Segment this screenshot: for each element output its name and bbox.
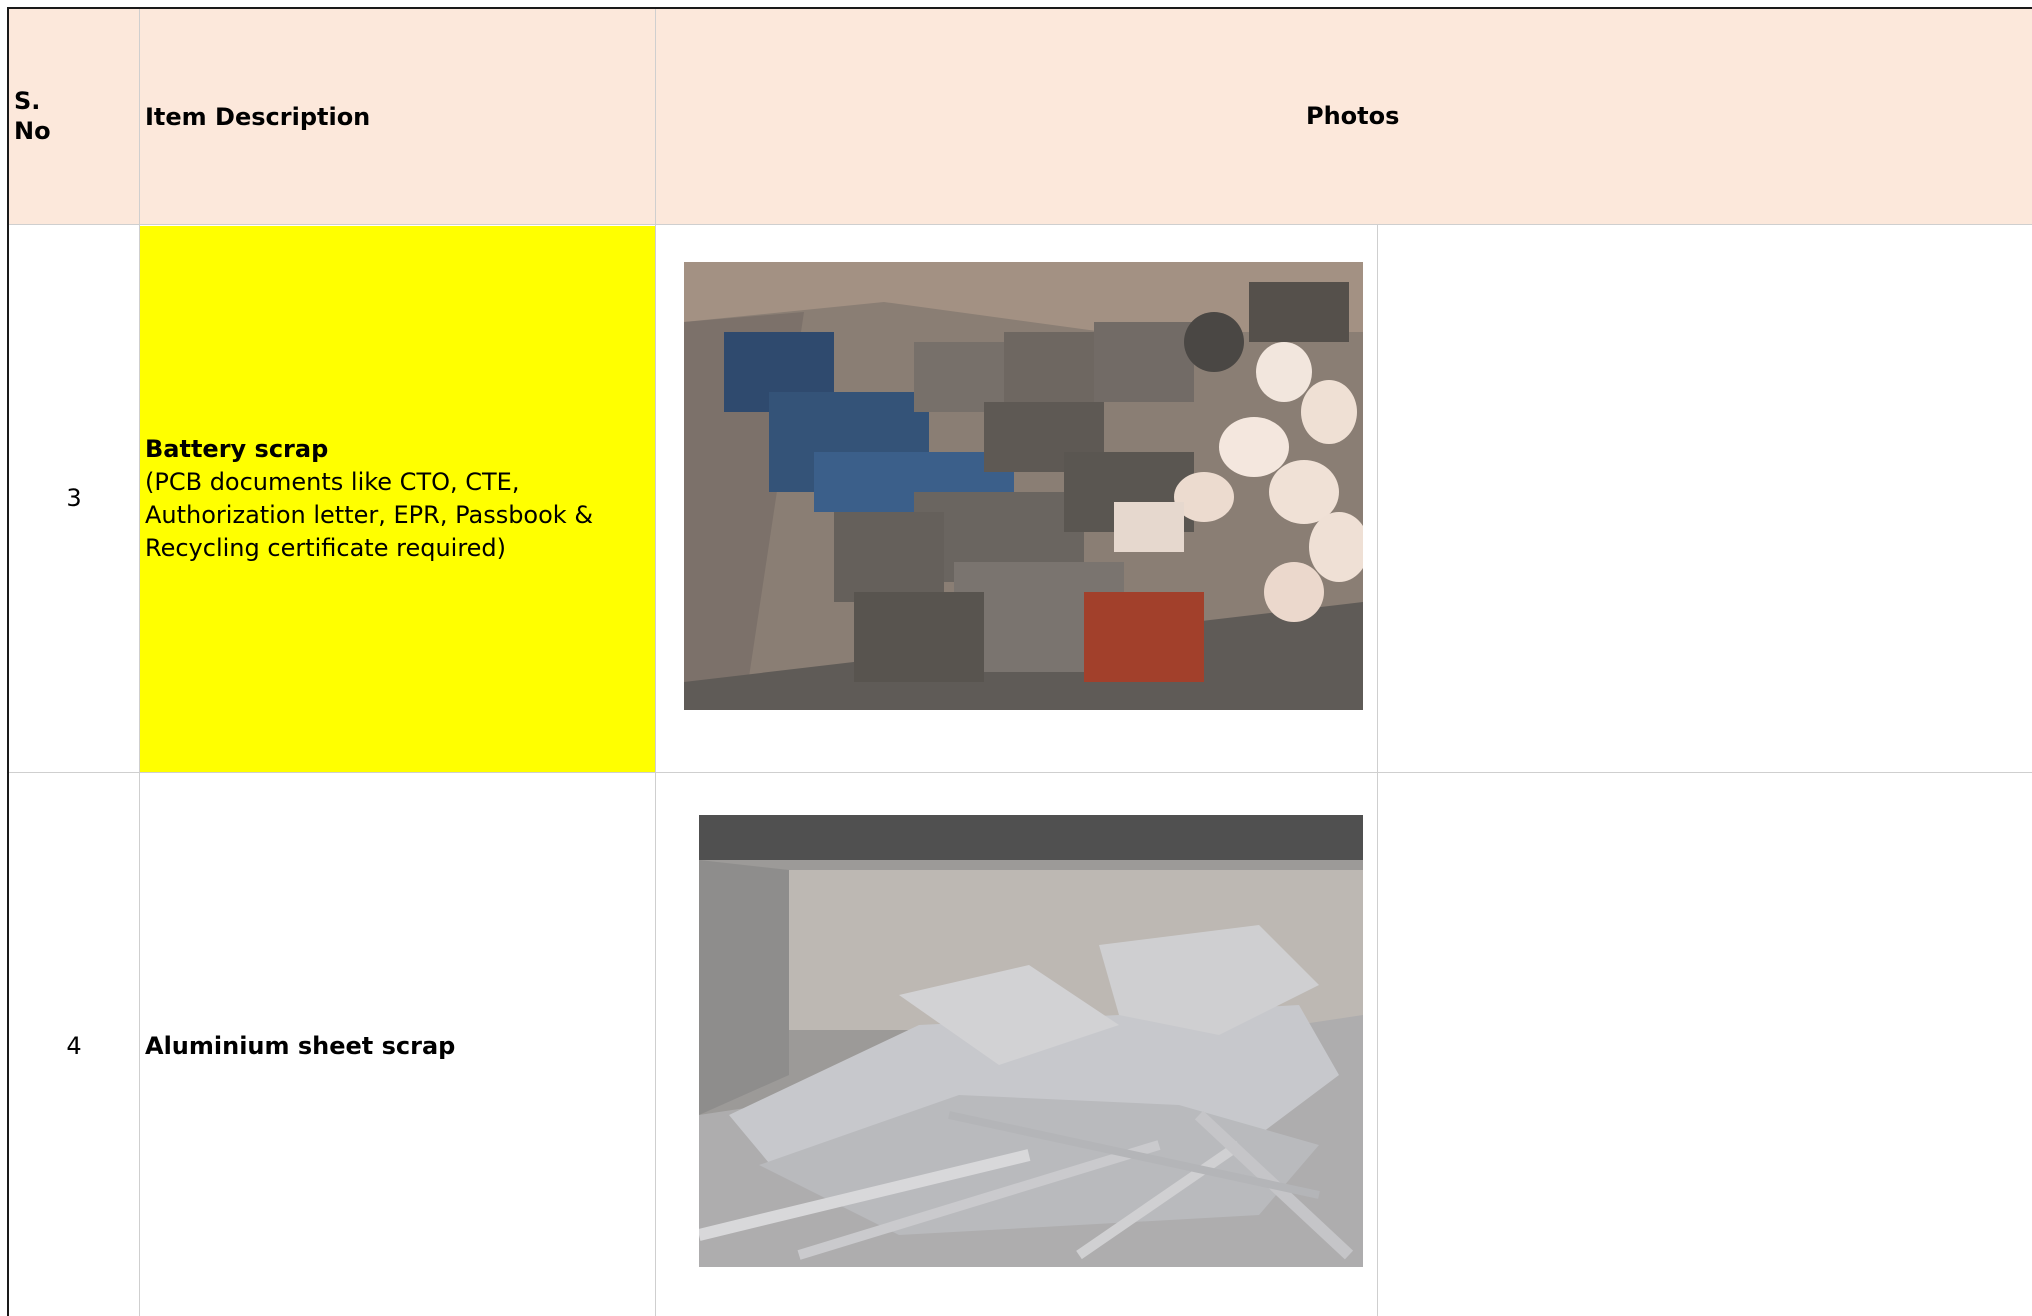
item-note-line: Recycling certificate required) <box>145 534 507 562</box>
grid-line <box>9 772 2032 773</box>
grid-line <box>655 9 656 1316</box>
battery-scrap-photo <box>684 262 1363 710</box>
grid-line <box>1377 225 1378 1316</box>
header-cell-description: Item Description <box>140 9 655 224</box>
row-sno: 3 <box>66 484 82 512</box>
header-photos-label: Photos <box>1306 102 1400 130</box>
header-sno-label: S. No <box>14 87 51 145</box>
header-description-label: Item Description <box>145 103 371 131</box>
grid-line <box>9 224 2032 225</box>
row-sno: 4 <box>66 1032 82 1060</box>
header-cell-sno: S. No <box>9 9 139 224</box>
row-description: Aluminium sheet scrap <box>145 1030 650 1063</box>
item-note-line: (PCB documents like CTO, CTE, <box>145 468 520 496</box>
aluminium-sheet-scrap-photo <box>699 815 1363 1267</box>
item-title: Aluminium sheet scrap <box>145 1032 456 1060</box>
item-note-line: Authorization letter, EPR, Passbook & <box>145 501 594 529</box>
row-description: Battery scrap (PCB documents like CTO, C… <box>145 433 650 565</box>
item-title: Battery scrap <box>145 435 329 463</box>
header-cell-photos: Photos <box>656 9 2032 224</box>
